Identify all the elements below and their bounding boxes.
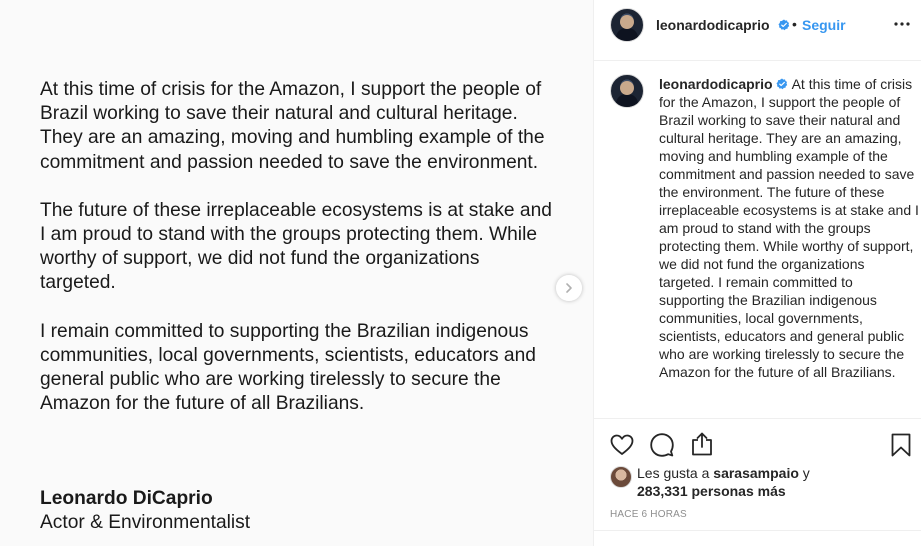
statement-paragraph-1: At this time of crisis for the Amazon, I… <box>40 79 545 173</box>
heart-icon[interactable] <box>609 432 635 458</box>
caption-area: leonardodicaprio At this time of crisis … <box>594 61 921 418</box>
signature-title: Actor & Environmentalist <box>40 512 251 533</box>
likes-count[interactable]: 283,331 personas más <box>637 483 786 499</box>
separator-dot: • <box>792 16 797 32</box>
post-header: leonardodicaprio • Seguir <box>594 0 921 61</box>
verified-badge-icon <box>776 78 787 90</box>
post-timestamp[interactable]: Hace 6 horas <box>610 509 687 520</box>
divider <box>594 530 921 531</box>
likes-text: Les gusta a sarasampaio y 283,331 person… <box>637 464 810 500</box>
post-side-panel: leonardodicaprio • Seguir leonardodicapr… <box>593 0 921 546</box>
liker-avatar[interactable] <box>610 466 632 488</box>
statement-paragraph-3: I remain committed to supporting the Bra… <box>40 320 536 415</box>
next-image-button[interactable] <box>556 275 582 301</box>
verified-badge-icon <box>778 19 790 31</box>
chevron-right-icon <box>566 283 572 293</box>
statement-text: At this time of crisis for the Amazon, I… <box>40 78 560 440</box>
bookmark-icon[interactable] <box>888 432 914 458</box>
caption-avatar[interactable] <box>610 74 644 108</box>
share-icon[interactable] <box>689 431 715 457</box>
signature: Leonardo DiCaprio Actor & Environmentali… <box>40 487 250 535</box>
more-options-icon[interactable] <box>892 14 912 34</box>
caption-text: At this time of crisis for the Amazon, I… <box>659 76 919 380</box>
actions-section: Les gusta a sarasampaio y 283,331 person… <box>594 418 921 547</box>
signature-name: Leonardo DiCaprio <box>40 488 213 509</box>
avatar[interactable] <box>610 8 644 42</box>
header-username[interactable]: leonardodicaprio <box>656 17 770 33</box>
liker-username[interactable]: sarasampaio <box>713 465 799 481</box>
caption-username[interactable]: leonardodicaprio <box>659 76 773 92</box>
follow-button[interactable]: Seguir <box>802 17 846 33</box>
likes-connector: y <box>802 465 810 481</box>
post-image[interactable]: At this time of crisis for the Amazon, I… <box>0 0 593 546</box>
comment-icon[interactable] <box>649 432 675 458</box>
caption: leonardodicaprio At this time of crisis … <box>659 75 921 381</box>
verified-badge <box>775 17 790 35</box>
likes-prefix: Les gusta a <box>637 465 710 481</box>
statement-paragraph-2: The future of these irreplaceable ecosys… <box>40 199 552 294</box>
